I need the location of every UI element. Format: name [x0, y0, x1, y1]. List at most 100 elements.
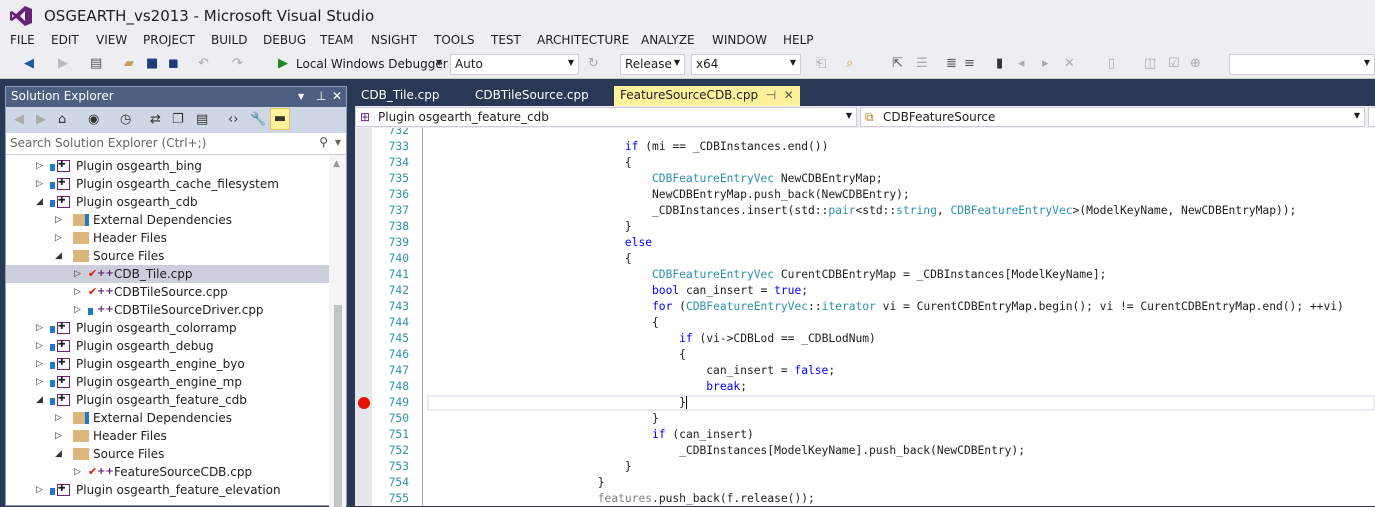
save-all-icon[interactable]: ◼	[168, 56, 179, 71]
prev-bookmark-icon[interactable]: ◂	[1018, 56, 1025, 71]
refresh-icon[interactable]: ↻	[588, 56, 599, 71]
properties-icon[interactable]: 🔧	[250, 112, 266, 127]
menu-help[interactable]: HELP	[783, 33, 814, 47]
vertical-scrollbar[interactable]: ▲	[329, 155, 346, 507]
tree-item[interactable]: ◢ ✚ Plugin osgearth_cdb	[6, 193, 330, 211]
forward-icon[interactable]: ▶	[58, 56, 68, 71]
code-line[interactable]: CDBFeatureEntryVec NewCDBEntryMap;	[435, 171, 883, 187]
tree-item[interactable]: ▷ External Dependencies	[6, 409, 330, 427]
menu-debug[interactable]: DEBUG	[263, 33, 306, 47]
tree-item[interactable]: ◢ Source Files	[6, 247, 330, 265]
code-line[interactable]: if (mi == _CDBInstances.end())	[435, 139, 828, 155]
menu-project[interactable]: PROJECT	[143, 33, 195, 47]
expand-icon[interactable]: ▷	[36, 157, 43, 175]
tree-item[interactable]: ▷ ✚ Plugin osgearth_feature_elevation	[6, 481, 330, 499]
collapse-icon[interactable]: ◢	[55, 247, 62, 265]
code-line[interactable]: {	[435, 315, 659, 331]
tree-item[interactable]: ▷ ✚ Plugin osgearth_engine_mp	[6, 373, 330, 391]
code-line[interactable]: CDBFeatureEntryVec CurentCDBEntryMap = _…	[435, 267, 1106, 283]
undo-icon[interactable]: ↶	[198, 56, 209, 71]
back-icon[interactable]: ◀	[24, 56, 34, 71]
attach-icon[interactable]: ⎗	[816, 56, 826, 71]
preview-selected-icon[interactable]: ▬	[270, 108, 290, 130]
tree-item[interactable]: ▷ ✚ Plugin osgearth_engine_byo	[6, 355, 330, 373]
find-in-files-icon[interactable]: ⌕	[846, 56, 853, 71]
project-dropdown[interactable]: ⊞ Plugin osgearth_feature_cdb ▼	[355, 107, 857, 127]
start-debug-icon[interactable]: ▶	[278, 56, 288, 71]
comment-icon[interactable]: ≣	[946, 56, 957, 71]
tree-item[interactable]: ▷ Header Files	[6, 229, 330, 247]
code-line[interactable]: _CDBInstances[ModelKeyName].push_back(Ne…	[435, 443, 1025, 459]
solution-config-combo[interactable]: Auto ▼	[450, 54, 579, 75]
redo-icon[interactable]: ↷	[232, 56, 243, 71]
check-icon[interactable]: ☑	[1168, 56, 1180, 71]
code-line[interactable]: }	[435, 219, 632, 235]
tree-item[interactable]: ▷ ✔ ++ CDB_Tile.cpp	[6, 265, 330, 283]
show-all-files-icon[interactable]: ▤	[196, 112, 208, 127]
web-icon[interactable]: ⊕	[1190, 56, 1201, 71]
expand-icon[interactable]: ▷	[36, 373, 43, 391]
tree-item[interactable]: ▷ ✚ Plugin osgearth_cache_filesystem	[6, 175, 330, 193]
menu-window[interactable]: WINDOW	[712, 33, 767, 47]
code-line[interactable]: else	[435, 235, 652, 251]
view-code-icon[interactable]: ‹›	[228, 112, 238, 127]
tree-item[interactable]: ▷ ✚ Plugin osgearth_bing	[6, 157, 330, 175]
expand-icon[interactable]: ▷	[74, 283, 81, 301]
tree-item[interactable]: ▷ ✔ ++ CDBTileSource.cpp	[6, 283, 330, 301]
debugger-dropdown-icon[interactable]: ▼	[436, 58, 442, 67]
navigate-icon[interactable]: ⇱	[892, 56, 903, 71]
expand-icon[interactable]: ▷	[36, 319, 43, 337]
next-bookmark-icon[interactable]: ▸	[1042, 56, 1049, 71]
expand-icon[interactable]: ▷	[55, 427, 62, 445]
code-line[interactable]: bool can_insert = true;	[435, 283, 808, 299]
scope-dropdown[interactable]: ⧉ CDBFeatureSource ▼	[860, 107, 1365, 127]
menu-tools[interactable]: TOOLS	[434, 33, 475, 47]
start-debugger-button[interactable]: Local Windows Debugger	[296, 57, 448, 71]
pin-close-icon[interactable]: ⊣ ✕	[758, 88, 794, 102]
expand-icon[interactable]: ▷	[36, 355, 43, 373]
uncomment-icon[interactable]: ≡	[964, 56, 975, 71]
save-icon[interactable]: ■	[146, 56, 158, 71]
tree-item[interactable]: ▷ Header Files	[6, 427, 330, 445]
expand-icon[interactable]: ▷	[74, 463, 81, 481]
outline-icon[interactable]: ☰	[916, 56, 928, 71]
tree-item[interactable]: ▷ ✚ Plugin osgearth_colorramp	[6, 319, 330, 337]
tree-item[interactable]: ▷ ✔ ++ FeatureSourceCDB.cpp	[6, 463, 330, 481]
expand-icon[interactable]: ▷	[74, 265, 81, 283]
find-combo[interactable]: ▼	[1229, 54, 1375, 75]
menu-edit[interactable]: EDIT	[51, 33, 79, 47]
expand-icon[interactable]: ▷	[36, 337, 43, 355]
task-icon[interactable]: ▯	[1108, 56, 1115, 71]
chevron-down-icon[interactable]: ▼	[298, 92, 304, 101]
tab-featuresourcecdb-cpp[interactable]: FeatureSourceCDB.cpp ⊣ ✕	[614, 86, 800, 106]
new-project-icon[interactable]: ▤	[90, 56, 102, 71]
pending-changes-icon[interactable]: ◷	[120, 112, 131, 127]
breakpoint-icon[interactable]	[358, 397, 370, 409]
code-line[interactable]: if (can_insert)	[435, 427, 754, 443]
sync-icon[interactable]: ⇄	[150, 112, 161, 127]
code-line[interactable]: NewCDBEntryMap.push_back(NewCDBEntry);	[435, 187, 910, 203]
code-line[interactable]: {	[435, 251, 632, 267]
scroll-up-icon[interactable]: ▲	[333, 159, 340, 169]
menu-build[interactable]: BUILD	[211, 33, 247, 47]
code-line[interactable]: for (CDBFeatureEntryVec::iterator vi = C…	[435, 299, 1344, 315]
code-line[interactable]: if (vi->CDBLod == _CDBLodNum)	[435, 331, 876, 347]
code-line[interactable]: }	[435, 475, 605, 491]
code-line[interactable]: {	[435, 155, 632, 171]
expand-icon[interactable]: ▷	[55, 229, 62, 247]
layers-icon[interactable]: ◫	[1144, 56, 1156, 71]
menu-team[interactable]: TEAM	[320, 33, 353, 47]
code-line[interactable]: features.push_back(f.release());	[435, 491, 815, 506]
configuration-combo[interactable]: Release ▼	[620, 54, 685, 75]
expand-icon[interactable]: ▷	[55, 409, 62, 427]
tree-item[interactable]: ◢ ✚ Plugin osgearth_feature_cdb	[6, 391, 330, 409]
chevron-down-icon[interactable]: ▼	[335, 138, 341, 147]
bookmark-icon[interactable]: ▮	[996, 56, 1003, 71]
code-line[interactable]: can_insert = false;	[435, 363, 835, 379]
tree-item[interactable]: ▷ ++ CDBTileSourceDriver.cpp	[6, 301, 330, 319]
collapse-icon[interactable]: ◢	[55, 445, 62, 463]
code-editor[interactable]: ⊞ Plugin osgearth_feature_cdb ▼ ⧉ CDBFeatur…	[355, 106, 1375, 506]
expand-icon[interactable]: ▷	[74, 301, 81, 319]
code-line[interactable]: }	[435, 395, 687, 411]
expand-icon[interactable]: ▷	[36, 481, 43, 499]
